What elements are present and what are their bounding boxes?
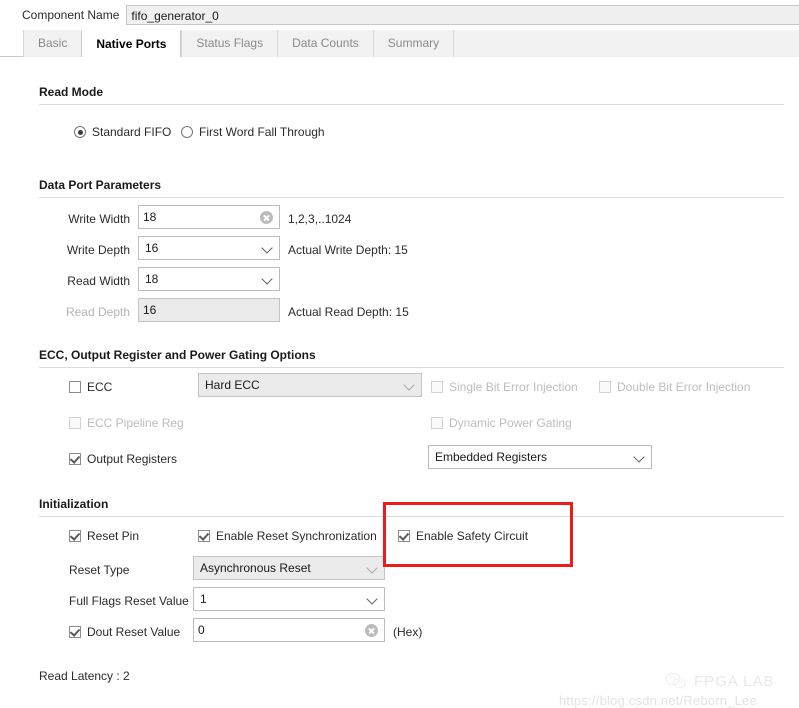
label-read-depth: Read Depth [0,305,130,319]
component-name-label: Component Name [22,8,119,22]
tab-status-flags[interactable]: Status Flags [181,30,277,57]
section-title-initialization: Initialization [39,497,108,511]
radio-standard-fifo-label: Standard FIFO [92,125,171,139]
component-name-bar: Component Name fifo_generator_0 [0,0,799,29]
radio-standard-fifo-indicator [74,126,86,138]
checkbox-enable-safety-circuit[interactable]: Enable Safety Circuit [398,529,528,543]
label-read-width: Read Width [0,274,130,288]
dropdown-full-flags-reset-value-value: 1 [200,592,367,606]
section-title-read-mode: Read Mode [39,85,103,99]
checkbox-single-bit-error-injection-label: Single Bit Error Injection [449,380,578,394]
section-title-data-port-parameters: Data Port Parameters [39,178,161,192]
tab-summary[interactable]: Summary [373,30,453,57]
radio-first-word-fall-through[interactable]: First Word Fall Through [181,125,325,139]
checkbox-reset-pin-label: Reset Pin [87,529,139,543]
watermark-brand: FPGA LAB [665,672,775,690]
checkbox-ecc-pipeline-reg-box [69,417,81,429]
checkbox-reset-pin-box [69,530,81,542]
section-rule-initialization [39,516,784,517]
hint-write-depth: Actual Write Depth: 15 [288,243,408,257]
checkbox-reset-pin[interactable]: Reset Pin [69,529,139,543]
checkbox-double-bit-error-injection-box [599,381,611,393]
radio-first-word-fall-through-indicator [181,126,193,138]
checkbox-ecc-box [69,381,81,393]
input-write-width[interactable]: 18 [138,205,280,229]
tab-strip-filler [453,30,799,57]
checkbox-single-bit-error-injection-box [431,381,443,393]
checkbox-dout-reset-value-box [69,626,81,638]
watermark-url: https://blog.csdn.net/Reborn_Lee [559,693,757,708]
checkbox-output-registers[interactable]: Output Registers [69,452,177,466]
checkbox-dynamic-power-gating: Dynamic Power Gating [431,416,572,430]
dropdown-read-width[interactable]: 18 [138,267,280,291]
checkbox-ecc-pipeline-reg: ECC Pipeline Reg [69,416,184,430]
checkbox-single-bit-error-injection: Single Bit Error Injection [431,380,578,394]
checkbox-enable-safety-circuit-box [398,530,410,542]
checkbox-dout-reset-value[interactable]: Dout Reset Value [69,625,180,639]
dropdown-register-type-value: Embedded Registers [435,450,634,464]
chevron-down-icon [404,380,415,391]
input-dout-reset-value-value: 0 [198,623,365,637]
dropdown-ecc-mode[interactable]: Hard ECC [198,373,422,397]
checkbox-output-registers-label: Output Registers [87,452,177,466]
checkbox-enable-reset-synchronization[interactable]: Enable Reset Synchronization [198,529,377,543]
read-latency-text: Read Latency : 2 [39,669,130,683]
tab-basic[interactable]: Basic [23,30,81,57]
chevron-down-icon [262,274,273,285]
section-title-ecc: ECC, Output Register and Power Gating Op… [39,348,316,362]
checkbox-dynamic-power-gating-label: Dynamic Power Gating [449,416,572,430]
section-rule-ecc [39,367,784,368]
hint-read-depth: Actual Read Depth: 15 [288,305,409,319]
label-write-depth: Write Depth [0,243,130,257]
label-dout-reset-unit: (Hex) [393,625,422,639]
label-write-width: Write Width [0,212,130,226]
watermark-brand-text: FPGA LAB [694,673,775,690]
checkbox-ecc-label: ECC [87,380,112,394]
checkbox-enable-reset-synchronization-label: Enable Reset Synchronization [216,529,377,543]
checkbox-enable-safety-circuit-label: Enable Safety Circuit [416,529,528,543]
radio-first-word-fall-through-label: First Word Fall Through [199,125,325,139]
dropdown-reset-type-value: Asynchronous Reset [200,561,367,575]
tab-native-ports[interactable]: Native Ports [81,30,181,57]
component-name-input[interactable]: fifo_generator_0 [126,5,799,25]
hint-write-width: 1,2,3,..1024 [288,212,351,226]
clear-icon[interactable] [365,624,378,637]
radio-standard-fifo[interactable]: Standard FIFO [74,125,171,139]
checkbox-double-bit-error-injection: Double Bit Error Injection [599,380,750,394]
section-rule-read-mode [39,104,784,105]
dropdown-full-flags-reset-value[interactable]: 1 [193,587,385,611]
checkbox-ecc[interactable]: ECC [69,380,112,394]
dropdown-write-depth[interactable]: 16 [138,236,280,260]
checkbox-ecc-pipeline-reg-label: ECC Pipeline Reg [87,416,184,430]
input-read-depth-value: 16 [143,303,275,317]
clear-icon[interactable] [260,211,273,224]
tab-strip: Basic Native Ports Status Flags Data Cou… [0,29,799,57]
chevron-down-icon [262,243,273,254]
checkbox-enable-reset-synchronization-box [198,530,210,542]
native-ports-panel: Read Mode Standard FIFO First Word Fall … [0,57,799,694]
input-read-depth: 16 [138,298,280,322]
dropdown-write-depth-value: 16 [145,241,262,255]
checkbox-double-bit-error-injection-label: Double Bit Error Injection [617,380,750,394]
wechat-icon [665,672,687,690]
checkbox-dynamic-power-gating-box [431,417,443,429]
dropdown-register-type[interactable]: Embedded Registers [428,445,652,469]
dropdown-ecc-mode-value: Hard ECC [205,378,404,392]
label-reset-type: Reset Type [0,563,165,577]
checkbox-dout-reset-value-label: Dout Reset Value [87,625,180,639]
checkbox-output-registers-box [69,453,81,465]
dropdown-read-width-value: 18 [145,272,262,286]
chevron-down-icon [634,452,645,463]
label-full-flags-reset-value: Full Flags Reset Value [0,594,200,608]
chevron-down-icon [367,563,378,574]
input-write-width-value: 18 [143,210,260,224]
tab-data-counts[interactable]: Data Counts [277,30,373,57]
input-dout-reset-value[interactable]: 0 [193,618,385,642]
chevron-down-icon [367,594,378,605]
dropdown-reset-type[interactable]: Asynchronous Reset [193,556,385,580]
section-rule-data-port [39,197,784,198]
